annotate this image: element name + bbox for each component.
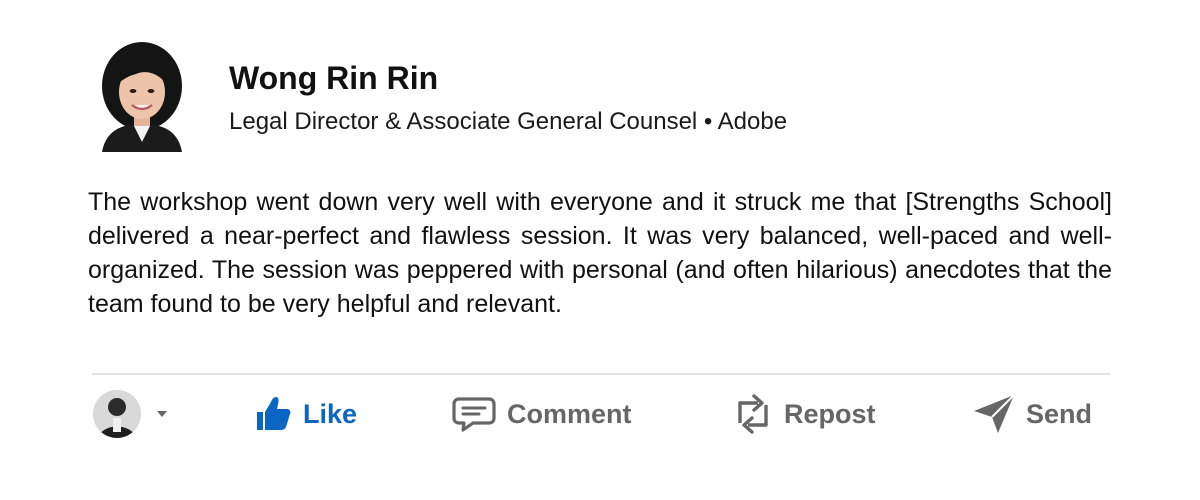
repost-button[interactable]: Repost — [732, 384, 876, 444]
comment-bubble-icon — [452, 397, 496, 432]
action-bar: Like Comment Repost Send — [0, 384, 1200, 444]
post-card: Wong Rin Rin Legal Director & Associate … — [0, 0, 1200, 500]
comment-button[interactable]: Comment — [451, 384, 632, 444]
divider — [92, 373, 1110, 375]
author-photo — [102, 42, 182, 152]
thumbs-up-icon — [257, 397, 291, 430]
persona-avatar-icon — [93, 390, 167, 438]
repost-label: Repost — [784, 398, 876, 429]
author-headline: Legal Director & Associate General Couns… — [229, 108, 788, 135]
author-avatar[interactable] — [98, 40, 186, 152]
chevron-down-icon — [157, 411, 167, 417]
post-text: The workshop went down very well with ev… — [88, 188, 1112, 318]
author-name[interactable]: Wong Rin Rin — [229, 60, 438, 97]
like-label: Like — [303, 398, 358, 429]
paper-plane-icon — [974, 394, 1015, 433]
like-button[interactable]: Like — [253, 384, 357, 444]
comment-label: Comment — [507, 398, 632, 429]
persona-selector[interactable] — [93, 384, 183, 444]
send-label: Send — [1026, 398, 1093, 429]
send-button[interactable]: Send — [972, 384, 1092, 444]
repost-arrows-icon — [738, 394, 768, 434]
